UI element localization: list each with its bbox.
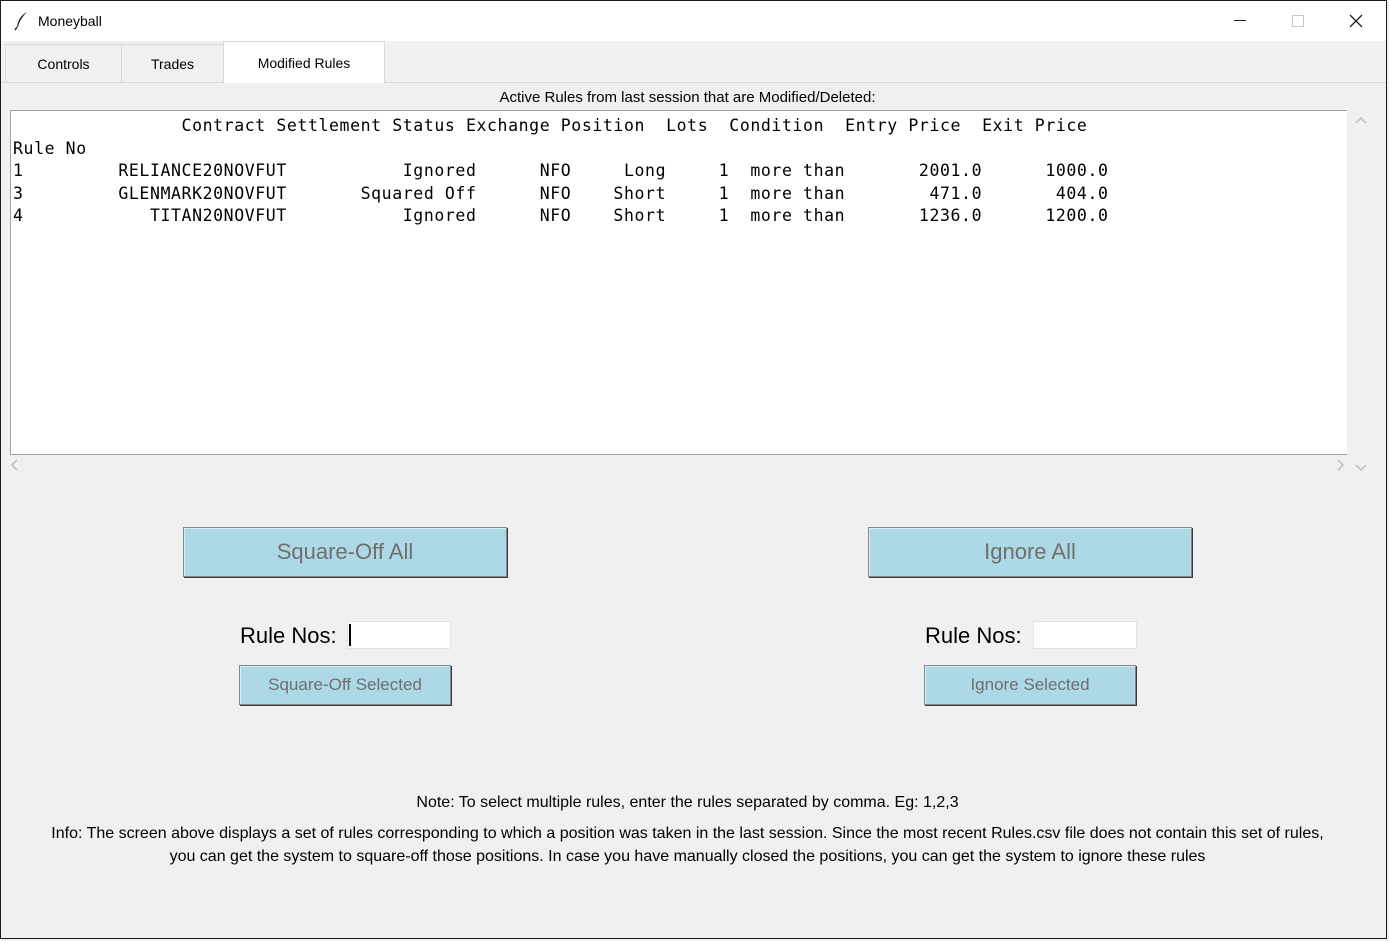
minimize-button[interactable] xyxy=(1211,1,1269,41)
maximize-button[interactable] xyxy=(1269,1,1327,41)
rules-text-area[interactable]: Contract Settlement Status Exchange Posi… xyxy=(10,110,1347,455)
tab-trades[interactable]: Trades xyxy=(121,44,224,82)
note-text: Note: To select multiple rules, enter th… xyxy=(416,794,959,811)
square-off-selected-button[interactable]: Square-Off Selected xyxy=(239,665,451,705)
horizontal-scrollbar[interactable] xyxy=(1,456,1348,476)
rules-table-text: Contract Settlement Status Exchange Posi… xyxy=(13,116,1109,225)
vertical-scrollbar[interactable] xyxy=(1348,110,1374,472)
square-off-rule-nos-input[interactable] xyxy=(347,621,451,649)
info-text: Info: The screen above displays a set of… xyxy=(51,825,1324,865)
tab-controls[interactable]: Controls xyxy=(5,44,122,82)
ignore-rule-nos-label: Rule Nos: xyxy=(925,623,1022,648)
square-off-rule-nos-label: Rule Nos: xyxy=(240,623,337,648)
ignore-rule-nos-input[interactable] xyxy=(1033,621,1137,649)
scroll-up-icon[interactable] xyxy=(1355,112,1367,127)
close-icon xyxy=(1349,14,1363,28)
tab-bar: Controls Trades Modified Rules xyxy=(1,41,1386,83)
minimize-icon xyxy=(1234,20,1246,22)
app-window: Moneyball Controls Trades Modified Rules… xyxy=(0,0,1387,939)
window-title: Moneyball xyxy=(38,13,102,29)
rules-heading: Active Rules from last session that are … xyxy=(499,89,876,106)
ignore-selected-button[interactable]: Ignore Selected xyxy=(924,665,1136,705)
title-bar[interactable]: Moneyball xyxy=(1,1,1386,41)
scroll-right-icon[interactable] xyxy=(1337,459,1345,474)
feather-icon xyxy=(13,11,31,31)
scroll-down-icon[interactable] xyxy=(1355,460,1367,475)
ignore-all-button[interactable]: Ignore All xyxy=(868,527,1192,577)
square-off-all-button[interactable]: Square-Off All xyxy=(183,527,507,577)
maximize-icon xyxy=(1292,15,1304,27)
tab-modified-rules[interactable]: Modified Rules xyxy=(223,41,385,83)
scroll-left-icon[interactable] xyxy=(10,459,18,474)
text-cursor xyxy=(349,624,351,646)
close-button[interactable] xyxy=(1327,1,1385,41)
